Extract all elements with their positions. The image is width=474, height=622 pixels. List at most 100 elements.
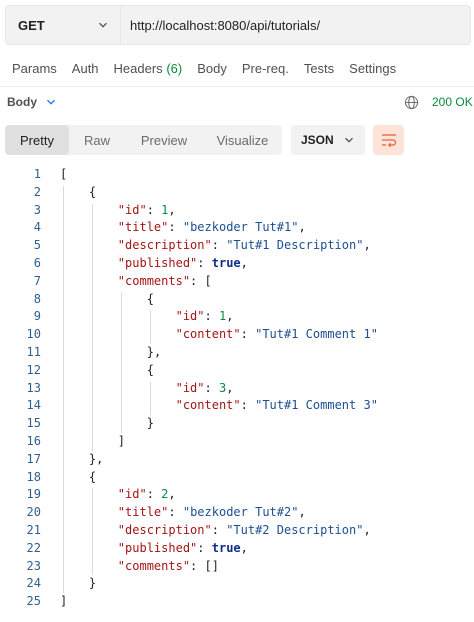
response-code-viewer[interactable]: 1[2 {3 "id": 1, 4 "title": "bezkoder Tut#…	[0, 166, 474, 611]
view-toolbar: Pretty Raw Preview Visualize JSON	[5, 125, 471, 155]
code-text: },	[146, 344, 162, 359]
code-line: 15 }	[0, 415, 474, 433]
code-line: 21 "description": "Tut#2 Description",	[0, 522, 474, 540]
indent-guide	[63, 185, 64, 594]
line-number: 13	[26, 380, 41, 395]
code-line: 11 },	[0, 344, 474, 362]
line-number: 14	[26, 398, 41, 413]
indent-guide	[149, 381, 151, 416]
line-number: 3	[33, 202, 41, 217]
code-text: }	[88, 576, 97, 591]
code-text: "id": 3,	[175, 380, 234, 395]
code-line: 6 "published": true,	[0, 255, 474, 273]
code-text: "published": true,	[117, 540, 248, 555]
code-line: 18 {	[0, 469, 474, 487]
code-line: 20 "title": "bezkoder Tut#2",	[0, 504, 474, 522]
code-text: "content": "Tut#1 Comment 1"	[175, 327, 378, 342]
tab-params[interactable]: Params	[12, 61, 57, 76]
code-text: },	[88, 451, 104, 466]
tab-settings[interactable]: Settings	[349, 61, 396, 76]
code-line: 10 "content": "Tut#1 Comment 1"	[0, 326, 474, 344]
code-line: 7 "comments": [	[0, 273, 474, 291]
indent-guide	[91, 203, 93, 451]
chevron-down-icon	[345, 137, 353, 143]
view-preview-button[interactable]: Preview	[125, 125, 203, 155]
code-line: 24 }	[0, 575, 474, 593]
status-badge: 200 OK	[432, 95, 473, 109]
code-line: 13 "id": 3,	[0, 380, 474, 398]
line-number: 25	[26, 594, 41, 609]
wrap-lines-button[interactable]	[373, 125, 404, 155]
code-text: "content": "Tut#1 Comment 3"	[175, 398, 378, 413]
code-text: "title": "bezkoder Tut#2",	[117, 505, 306, 520]
view-pretty-button[interactable]: Pretty	[5, 125, 69, 155]
code-line: 4 "title": "bezkoder Tut#1",	[0, 219, 474, 237]
format-select[interactable]: JSON	[291, 125, 365, 155]
code-text: "id": 1,	[175, 309, 234, 324]
line-number: 11	[26, 344, 41, 359]
line-number: 16	[26, 433, 41, 448]
code-line: 12 {	[0, 362, 474, 380]
tab-auth[interactable]: Auth	[72, 61, 99, 76]
code-line: 23 "comments": []	[0, 558, 474, 576]
method-select[interactable]: GET	[5, 5, 121, 45]
code-line: 25]	[0, 593, 474, 611]
line-number: 1	[33, 167, 41, 181]
line-number: 6	[33, 255, 41, 270]
code-line: 16 ]	[0, 433, 474, 451]
line-number: 8	[33, 291, 41, 306]
code-text: "description": "Tut#1 Description",	[117, 238, 371, 253]
line-number: 23	[26, 558, 41, 573]
line-number: 17	[26, 451, 41, 466]
code-line: 22 "published": true,	[0, 540, 474, 558]
line-number: 5	[33, 238, 41, 253]
code-text: {	[146, 291, 154, 306]
code-text: "published": true,	[117, 255, 248, 270]
code-text: ]	[60, 594, 68, 609]
line-number: 2	[33, 184, 41, 199]
tab-headers[interactable]: Headers (6)	[114, 61, 183, 76]
code-line: 9 "id": 1,	[0, 308, 474, 326]
code-text: "comments": []	[117, 558, 219, 573]
request-tabs: Params Auth Headers (6) Body Pre-req. Te…	[0, 56, 474, 80]
line-number: 15	[26, 416, 41, 431]
line-number: 7	[33, 273, 41, 288]
code-text: {	[88, 184, 97, 199]
tab-body[interactable]: Body	[197, 61, 227, 76]
code-line: 5 "description": "Tut#1 Description",	[0, 237, 474, 255]
code-line: 8 {	[0, 291, 474, 309]
url-input[interactable]: http://localhost:8080/api/tutorials/	[121, 5, 471, 45]
indent-guide	[120, 292, 122, 433]
indent-guide	[91, 488, 93, 576]
line-number: 20	[26, 505, 41, 520]
line-number: 22	[26, 540, 41, 555]
line-number: 12	[26, 362, 41, 377]
wrap-lines-icon	[381, 134, 396, 147]
line-number: 4	[33, 220, 41, 235]
method-label: GET	[18, 17, 45, 33]
tab-tests[interactable]: Tests	[304, 61, 334, 76]
line-number: 9	[33, 309, 41, 324]
line-number: 10	[26, 327, 41, 342]
line-number: 21	[26, 522, 41, 537]
chevron-down-icon	[99, 22, 107, 28]
code-line: 19 "id": 2,	[0, 486, 474, 504]
format-label: JSON	[301, 133, 334, 147]
code-text: }	[146, 416, 154, 431]
chevron-down-icon[interactable]	[46, 97, 56, 107]
response-header: Body 200 OK	[0, 86, 474, 116]
view-mode-group: Pretty Raw Preview Visualize	[5, 125, 282, 155]
code-text: "id": 2,	[117, 487, 176, 502]
code-line: 2 {	[0, 184, 474, 202]
code-text: "description": "Tut#2 Description",	[117, 522, 371, 537]
globe-icon[interactable]	[404, 95, 419, 110]
code-text: "title": "bezkoder Tut#1",	[117, 220, 306, 235]
view-raw-button[interactable]: Raw	[69, 125, 125, 155]
response-body-dropdown-label[interactable]: Body	[7, 95, 37, 109]
code-line: 3 "id": 1,	[0, 202, 474, 220]
view-visualize-button[interactable]: Visualize	[203, 125, 282, 155]
indent-guide	[149, 310, 151, 344]
tab-pre-request[interactable]: Pre-req.	[242, 61, 289, 76]
request-bar: GET http://localhost:8080/api/tutorials/	[5, 5, 471, 45]
line-number: 18	[26, 469, 41, 484]
